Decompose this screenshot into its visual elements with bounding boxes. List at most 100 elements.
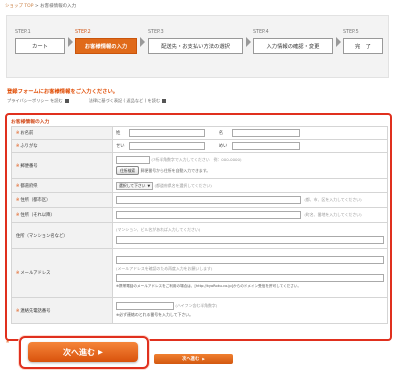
step-number: STEP.5	[343, 30, 359, 35]
step-arrow-icon	[336, 37, 341, 47]
required-mark: ※	[16, 143, 20, 148]
next-button-small[interactable]: 次へ進む ▶	[154, 354, 233, 364]
step-arrow-icon	[140, 37, 145, 47]
intro-text: 登録フォームにお客様情報をご入力ください。	[7, 89, 119, 95]
step-arrow-icon	[246, 37, 251, 47]
last-name-input[interactable]	[129, 129, 206, 137]
step-4: STEP.4 入力情報の確認・変更	[253, 30, 333, 54]
privacy-policy-link[interactable]: プライバシーポリシー を読む	[7, 98, 69, 104]
email-confirm-input[interactable]	[116, 274, 384, 283]
address-search-note: 郵便番号から住所を自動入力できます。	[140, 167, 211, 173]
form-label: 住所（マンション名など）	[11, 222, 113, 249]
form-value: せい めい	[112, 139, 388, 153]
customer-form-table: ※お名前 姓 名 ※ふりがな せい めい ※郵便番号 (7桁半角数字で入力してく…	[11, 126, 388, 324]
sei-caption: 姓	[116, 131, 121, 136]
form-row-phone: ※連絡先電話番号 (ハイフン含む半角数字) ※必ず連絡のとれる番号を入力して下さ…	[11, 297, 388, 324]
step-number: STEP.1	[15, 30, 31, 35]
form-title: お客様情報の入力	[11, 120, 50, 125]
zip-note: (7桁半角数字で入力してください 例：000-0000)	[151, 157, 242, 162]
address-city-input[interactable]	[116, 196, 301, 204]
address-street-input[interactable]	[116, 211, 301, 219]
form-label: ※郵便番号	[11, 152, 113, 179]
customer-form-panel: お客様情報の入力 ※お名前 姓 名 ※ふりがな せい めい ※郵便番号 (7桁半…	[5, 113, 392, 341]
link-square-icon	[64, 99, 69, 103]
breadcrumb: ショップ TOP > お客様情報の入力	[5, 3, 76, 9]
form-label: ※メールアドレス	[11, 248, 113, 298]
form-label: ※住所（それ以降）	[11, 207, 113, 223]
form-value: (マンション、ビル名があれば入力してください)	[112, 222, 388, 249]
chevron-down-icon: ▼	[147, 183, 151, 188]
phone-sub-note: ※必ず連絡のとれる番号を入力して下さい。	[116, 312, 194, 318]
step-5: STEP.5 完 了	[343, 30, 383, 54]
form-label: ※お名前	[11, 126, 113, 140]
step-label: 完 了	[343, 38, 383, 54]
zip-input[interactable]	[116, 156, 150, 164]
step-label: 入力情報の確認・変更	[253, 38, 333, 54]
form-value: (メールアドレスを確認のため再度入力をお願いします) ※携帯電話のメールアドレス…	[112, 248, 388, 298]
building-input[interactable]	[116, 235, 384, 244]
first-name-input[interactable]	[232, 129, 301, 137]
form-row-addr1: ※住所（都市区） (都、市、区を入力してください)	[11, 192, 388, 208]
required-mark: ※	[16, 212, 20, 217]
building-note: (マンション、ビル名があれば入力してください)	[116, 227, 201, 233]
required-mark: ※	[16, 182, 20, 188]
play-arrow-icon: ▶	[98, 348, 103, 356]
step-label: 配送先・お支払い方法の選択	[148, 38, 243, 54]
form-value: (町名、番地を入力してください)	[112, 207, 388, 223]
next-button[interactable]: 次へ進む ▶	[28, 342, 138, 362]
form-label: ※都道府県	[11, 178, 113, 193]
prefecture-select[interactable]: 選択して下さい ▼	[116, 181, 154, 190]
form-value: (7桁半角数字で入力してください 例：000-0000) 住所検索 郵便番号から…	[112, 152, 388, 179]
last-name-kana-input[interactable]	[129, 142, 206, 150]
mei-kana-caption: めい	[218, 144, 228, 149]
form-value: 姓 名	[112, 126, 388, 140]
checkout-steps: STEP.1 カート STEP.2 お客様情報の入力 STEP.3 配送先・お支…	[6, 15, 389, 78]
pref-note: (都道府県名を選択してください)	[154, 182, 212, 188]
form-row-name: ※お名前 姓 名	[11, 126, 388, 140]
breadcrumb-home-link[interactable]: ショップ TOP	[5, 4, 33, 9]
required-mark: ※	[16, 130, 20, 135]
legal-notice-link[interactable]: 法律に基づく表記 ( 返品など ) を読む	[89, 98, 167, 104]
required-mark: ※	[16, 162, 20, 168]
step-number: STEP.4	[253, 30, 269, 35]
addr2-note: (町名、番地を入力してください)	[304, 212, 362, 217]
link-square-icon	[162, 99, 167, 103]
step-2-current: STEP.2 お客様情報の入力	[75, 30, 137, 54]
address-search-button[interactable]: 住所検索	[116, 166, 140, 175]
step-number: STEP.2	[75, 30, 91, 35]
form-value: (ハイフン含む半角数字) ※必ず連絡のとれる番号を入力して下さい。	[112, 297, 388, 324]
breadcrumb-current: お客様情報の入力	[40, 4, 77, 9]
step-1: STEP.1 カート	[15, 30, 65, 54]
play-arrow-icon: ▶	[202, 357, 205, 361]
phone-input[interactable]	[116, 302, 174, 311]
sei-kana-caption: せい	[116, 144, 125, 149]
form-row-furigana: ※ふりがな せい めい	[11, 139, 388, 153]
first-name-kana-input[interactable]	[232, 142, 301, 150]
form-value: 選択して下さい ▼ (都道府県名を選択してください)	[112, 178, 388, 193]
email-input[interactable]	[116, 255, 384, 264]
addr1-note: (都、市、区を入力してください)	[304, 197, 362, 202]
required-mark: ※	[16, 270, 20, 275]
form-row-building: 住所（マンション名など） (マンション、ビル名があれば入力してください)	[11, 222, 388, 249]
step-label: お客様情報の入力	[75, 38, 137, 54]
required-mark: ※	[16, 197, 20, 202]
required-note-stub: ※	[6, 339, 10, 344]
required-mark: ※	[16, 307, 20, 313]
mei-caption: 名	[218, 131, 224, 136]
form-row-addr2: ※住所（それ以降） (町名、番地を入力してください)	[11, 207, 388, 223]
form-label: ※連絡先電話番号	[11, 297, 113, 324]
form-row-email: ※メールアドレス (メールアドレスを確認のため再度入力をお願いします) ※携帯電…	[11, 248, 388, 298]
phone-note: (ハイフン含む半角数字)	[175, 303, 218, 309]
form-row-pref: ※都道府県 選択して下さい ▼ (都道府県名を選択してください)	[11, 178, 388, 193]
policy-links: プライバシーポリシー を読む 法律に基づく表記 ( 返品など ) を読む	[7, 98, 167, 104]
step-number: STEP.3	[148, 30, 164, 35]
email-warning: ※携帯電話のメールアドレスをご利用の場合は、[http://kyoRoku.co…	[116, 284, 302, 289]
email-confirm-note: (メールアドレスを確認のため再度入力をお願いします)	[116, 265, 213, 271]
step-label: カート	[15, 38, 65, 54]
step-arrow-icon	[68, 37, 73, 47]
form-value: (都、市、区を入力してください)	[112, 192, 388, 208]
form-label: ※ふりがな	[11, 139, 113, 153]
form-label: ※住所（都市区）	[11, 192, 113, 208]
step-3: STEP.3 配送先・お支払い方法の選択	[148, 30, 243, 54]
form-row-zip: ※郵便番号 (7桁半角数字で入力してください 例：000-0000) 住所検索 …	[11, 152, 388, 179]
